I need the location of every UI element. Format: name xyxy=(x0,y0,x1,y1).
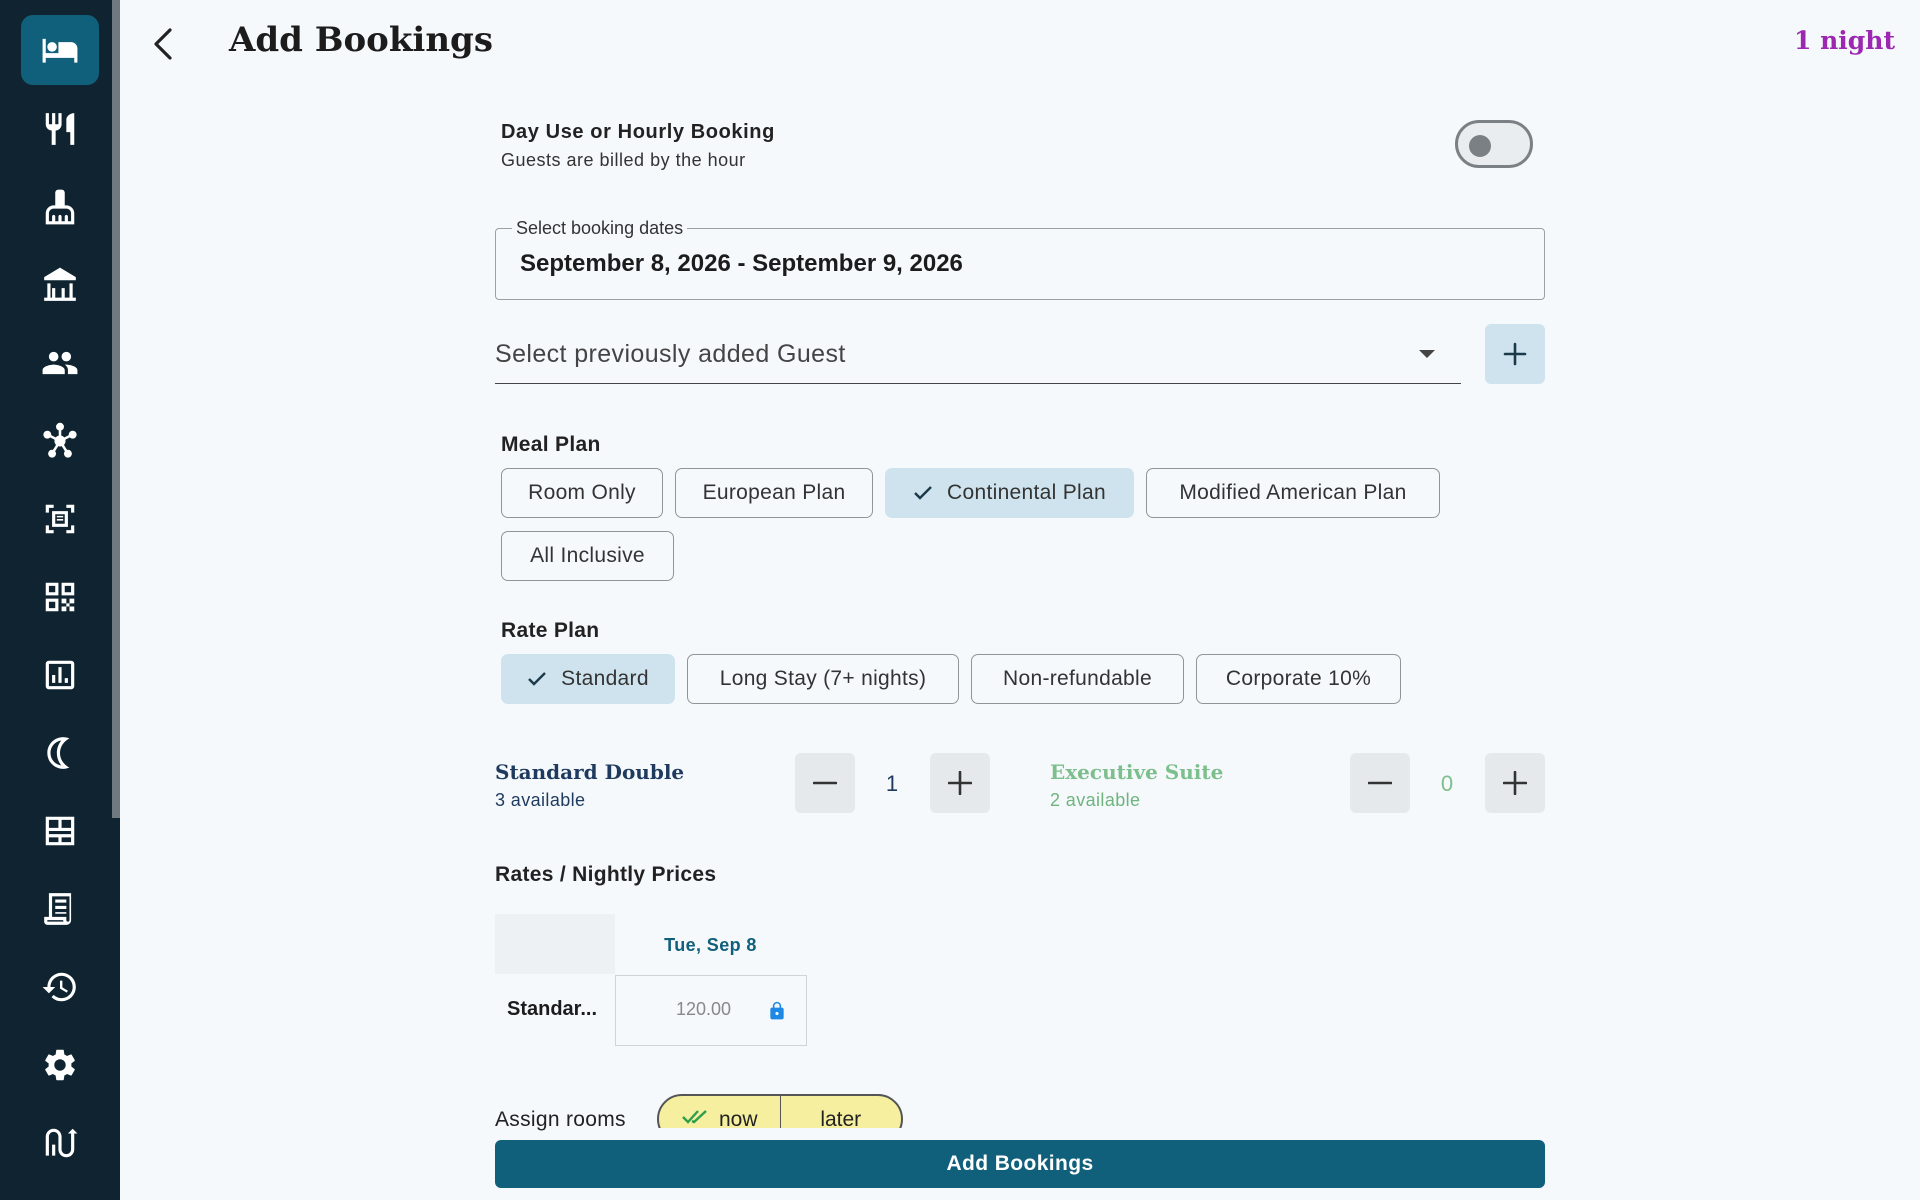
rate-chip-standard[interactable]: Standard xyxy=(501,654,675,704)
history-icon xyxy=(42,972,76,1002)
increase-standard-double-button[interactable] xyxy=(930,753,990,813)
rooms-grid-icon xyxy=(45,816,75,846)
minus-icon xyxy=(1368,781,1392,785)
sidebar-item-bookings[interactable] xyxy=(21,15,99,85)
nightly-rate-input[interactable]: 120.00 xyxy=(615,975,807,1046)
rate-chip-non-refundable[interactable]: Non-refundable xyxy=(971,654,1184,704)
assign-rooms-label: Assign rooms xyxy=(495,1108,626,1131)
check-icon xyxy=(913,485,933,501)
sidebar-item-reports[interactable] xyxy=(21,640,99,710)
sidebar-item-settings[interactable] xyxy=(21,1030,99,1100)
guest-select[interactable]: Select previously added Guest xyxy=(495,328,1461,384)
chip-label: Standard xyxy=(561,667,649,690)
network-icon xyxy=(43,422,77,458)
plus-icon xyxy=(1503,342,1527,366)
rates-room-label: Standar... xyxy=(507,998,598,1020)
meal-chip-continental[interactable]: Continental Plan xyxy=(885,468,1134,518)
sidebar-item-channel[interactable] xyxy=(21,1108,99,1178)
decrease-standard-double-button[interactable] xyxy=(795,753,855,813)
sidebar-item-restaurant[interactable] xyxy=(21,94,99,164)
sidebar-item-rooms[interactable] xyxy=(21,796,99,866)
meal-plan-label: Meal Plan xyxy=(501,433,601,456)
room-type-name: Executive Suite xyxy=(1050,760,1224,784)
sidebar-item-scanner[interactable] xyxy=(21,484,99,554)
plus-icon xyxy=(948,771,972,795)
guest-select-placeholder: Select previously added Guest xyxy=(495,340,846,368)
double-check-icon xyxy=(681,1108,709,1128)
sidebar-item-property[interactable] xyxy=(21,250,99,320)
chip-label: Long Stay (7+ nights) xyxy=(719,667,927,690)
meal-chip-all-inclusive[interactable]: All Inclusive xyxy=(501,531,674,581)
room-quantity: 1 xyxy=(885,771,899,796)
sidebar-item-history[interactable] xyxy=(21,952,99,1022)
chevron-left-icon xyxy=(154,28,172,60)
reports-icon xyxy=(45,660,75,690)
restaurant-icon xyxy=(45,113,75,145)
sidebar-item-housekeeping[interactable] xyxy=(21,172,99,242)
housekeeping-icon xyxy=(45,189,75,225)
minus-icon xyxy=(813,781,837,785)
room-type-name: Standard Double xyxy=(495,760,685,784)
lock-icon[interactable] xyxy=(767,999,787,1028)
sidebar xyxy=(0,0,120,1200)
invoice-icon xyxy=(44,893,72,925)
meal-chip-modified-american[interactable]: Modified American Plan xyxy=(1146,468,1440,518)
add-guest-button[interactable] xyxy=(1485,324,1545,384)
day-use-toggle[interactable] xyxy=(1455,120,1533,168)
property-icon xyxy=(44,267,76,301)
caret-down-icon xyxy=(1419,350,1435,358)
meal-chip-room-only[interactable]: Room Only xyxy=(501,468,663,518)
chip-label: Corporate 10% xyxy=(1225,667,1372,690)
back-button[interactable] xyxy=(146,22,180,66)
plus-icon xyxy=(1503,771,1527,795)
assign-rooms-toggle: now later xyxy=(657,1094,903,1128)
room-availability: 3 available xyxy=(495,790,586,810)
booking-dates-value: September 8, 2026 - September 9, 2026 xyxy=(520,250,963,277)
chip-label: Non-refundable xyxy=(1003,667,1152,690)
rates-title: Rates / Nightly Prices xyxy=(495,863,717,886)
toggle-knob xyxy=(1469,135,1491,157)
day-use-subtitle: Guests are billed by the hour xyxy=(501,150,746,170)
meal-chip-european[interactable]: European Plan xyxy=(675,468,873,518)
bed-icon xyxy=(42,38,78,63)
rates-date-header: Tue, Sep 8 xyxy=(664,935,757,955)
assign-later-label: later xyxy=(820,1108,862,1128)
chip-label: Room Only xyxy=(528,481,636,504)
sidebar-scrollbar[interactable] xyxy=(112,0,120,818)
rate-plan-label: Rate Plan xyxy=(501,619,600,642)
page-title: Add Bookings xyxy=(229,20,493,60)
sidebar-item-network[interactable] xyxy=(21,406,99,476)
receipt-icon xyxy=(45,504,75,534)
night-audit-icon xyxy=(47,737,70,769)
rate-chip-long-stay[interactable]: Long Stay (7+ nights) xyxy=(687,654,959,704)
settings-icon xyxy=(45,1049,75,1081)
chip-label: Continental Plan xyxy=(947,481,1106,504)
increase-executive-suite-button[interactable] xyxy=(1485,753,1545,813)
chip-label: European Plan xyxy=(702,481,846,504)
room-quantity: 0 xyxy=(1440,771,1454,796)
sidebar-item-qr[interactable] xyxy=(21,562,99,632)
assign-now-option[interactable]: now xyxy=(659,1096,781,1128)
chip-label: All Inclusive xyxy=(530,544,645,567)
check-icon xyxy=(527,671,547,687)
guests-icon xyxy=(42,351,78,375)
sidebar-item-invoices[interactable] xyxy=(21,874,99,944)
sidebar-item-guests[interactable] xyxy=(21,328,99,398)
assign-now-label: now xyxy=(718,1108,758,1128)
qr-code-icon xyxy=(45,582,75,612)
room-availability: 2 available xyxy=(1050,790,1141,810)
add-bookings-button[interactable]: Add Bookings xyxy=(495,1140,1545,1188)
channel-icon xyxy=(45,1128,78,1158)
booking-dates-field[interactable]: Select booking dates September 8, 2026 -… xyxy=(495,218,1545,300)
nights-count: 1 night xyxy=(1794,26,1895,55)
nightly-rate-value: 120.00 xyxy=(676,999,732,1019)
decrease-executive-suite-button[interactable] xyxy=(1350,753,1410,813)
chip-label: Modified American Plan xyxy=(1179,481,1407,504)
rates-table-corner xyxy=(495,914,615,974)
day-use-title: Day Use or Hourly Booking xyxy=(501,121,775,143)
rate-chip-corporate[interactable]: Corporate 10% xyxy=(1196,654,1401,704)
sidebar-item-night-audit[interactable] xyxy=(21,718,99,788)
booking-dates-label: Select booking dates xyxy=(512,218,688,239)
assign-later-option[interactable]: later xyxy=(781,1096,902,1128)
